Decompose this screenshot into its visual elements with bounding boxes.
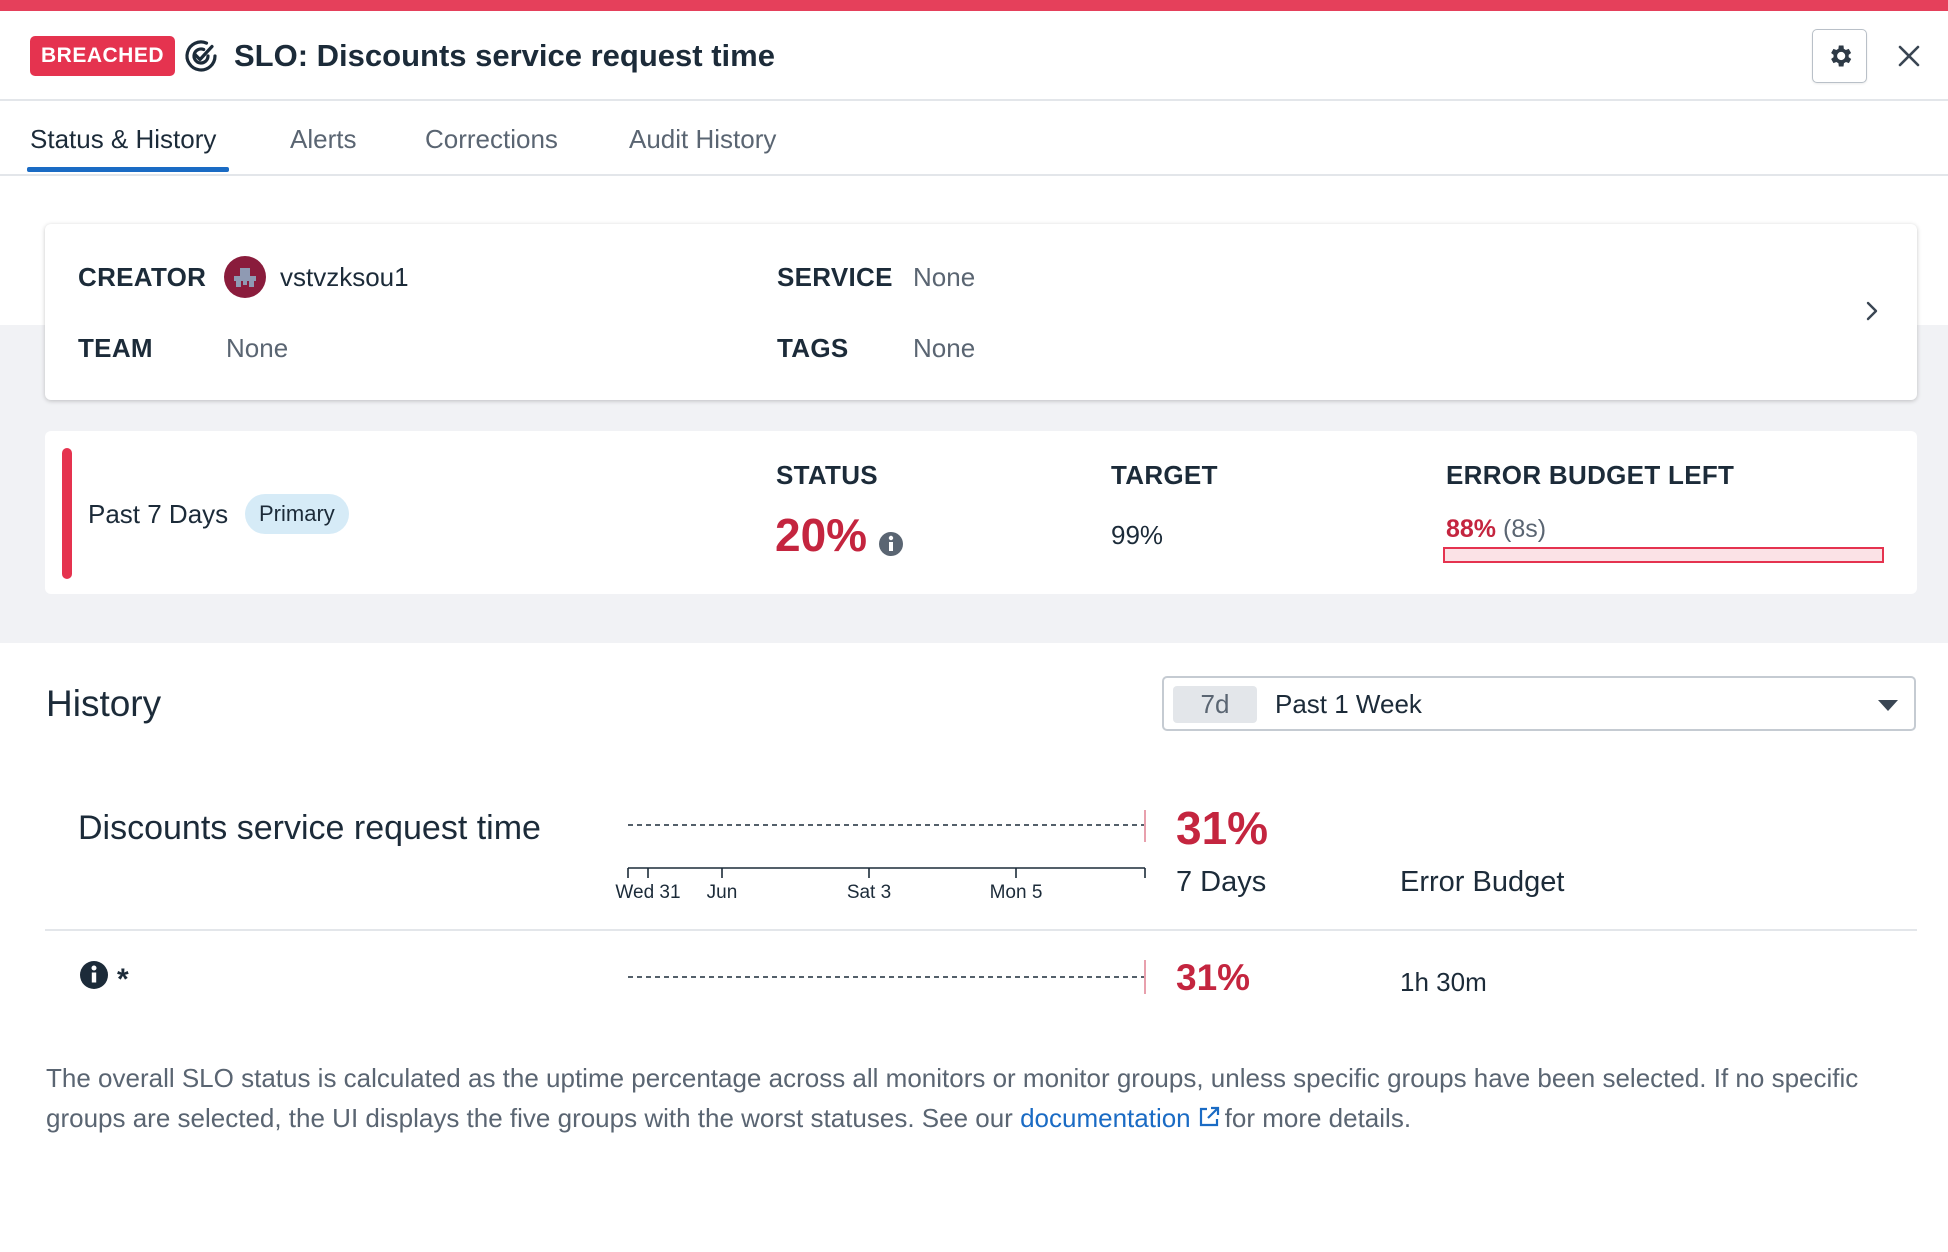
tab-audit-history[interactable]: Audit History (629, 121, 776, 157)
creator-label: CREATOR (78, 262, 207, 292)
page-title: SLO: Discounts service request time (234, 38, 775, 73)
slo-info-card[interactable]: CREATOR vstvzksou1 TEAM None SERVICE Non… (45, 224, 1917, 400)
axis-label-jun: Jun (707, 882, 738, 903)
slo-target-icon (185, 40, 217, 72)
error-budget-column-header: Error Budget (1400, 866, 1565, 898)
time-range-value: Past 1 Week (1275, 689, 1422, 719)
time-range-dropdown[interactable]: 7d Past 1 Week (1162, 676, 1916, 731)
history-window-label: 7 Days (1176, 866, 1267, 898)
error-budget-label: ERROR BUDGET LEFT (1446, 460, 1735, 490)
row-divider (45, 929, 1917, 931)
documentation-link[interactable]: documentation (1020, 1103, 1191, 1133)
footnote: The overall SLO status is calculated as … (46, 1058, 1916, 1138)
group-name: * (117, 963, 129, 996)
settings-button[interactable] (1812, 29, 1867, 83)
error-budget-value: 88% (8s) (1446, 511, 1546, 547)
caret-down-icon (1878, 700, 1898, 711)
external-link-icon[interactable] (1197, 1105, 1221, 1129)
group-status-value: 31% (1176, 957, 1251, 998)
active-tab-indicator (27, 167, 229, 172)
primary-badge: Primary (245, 494, 349, 534)
slo-row-name: Discounts service request time (78, 809, 541, 847)
target-value: 99% (1111, 520, 1164, 550)
target-label: TARGET (1111, 460, 1218, 490)
service-value: None (913, 262, 976, 292)
breach-indicator-bar (62, 448, 72, 579)
tab-status-history[interactable]: Status & History (30, 121, 216, 157)
group-timeline-chart (628, 960, 1146, 994)
team-value: None (226, 333, 289, 363)
tab-alerts[interactable]: Alerts (290, 121, 356, 157)
group-error-budget: 1h 30m (1400, 967, 1487, 997)
history-status-value: 31% (1176, 802, 1269, 854)
slo-status-card: Past 7 Days Primary STATUS 20% TARGET 99… (45, 431, 1917, 594)
time-range-chip: 7d (1173, 686, 1257, 723)
status-badge: BREACHED (30, 36, 176, 76)
status-label: STATUS (776, 460, 878, 490)
creator-name[interactable]: vstvzksou1 (280, 259, 409, 295)
close-icon[interactable] (1890, 37, 1928, 75)
info-icon[interactable] (79, 960, 109, 990)
history-timeline-chart: Wed 31 Jun Sat 3 Mon 5 (615, 810, 1146, 903)
tab-bar: Status & History Alerts Corrections Audi… (0, 101, 1948, 176)
tags-label: TAGS (777, 333, 849, 363)
error-budget-time: (8s) (1503, 515, 1547, 543)
axis-label-mon5: Mon 5 (990, 882, 1043, 903)
status-value: 20% (775, 509, 868, 561)
info-icon[interactable] (878, 531, 904, 557)
tags-value: None (913, 333, 976, 363)
axis-label-sat3: Sat 3 (847, 882, 891, 903)
team-label: TEAM (78, 333, 153, 363)
error-budget-percent: 88% (1446, 515, 1497, 543)
error-budget-bar (1443, 547, 1884, 563)
header: BREACHED SLO: Discounts service request … (0, 11, 1948, 101)
history-heading: History (46, 683, 162, 724)
tab-corrections[interactable]: Corrections (425, 121, 558, 157)
avatar (224, 256, 266, 298)
axis-label-wed31: Wed 31 (615, 882, 680, 903)
breach-stripe (0, 0, 1948, 11)
gear-icon (1831, 45, 1852, 67)
footnote-text: The overall SLO status is calculated as … (46, 1063, 1859, 1133)
service-label: SERVICE (777, 262, 893, 292)
chevron-right-icon[interactable] (1857, 296, 1887, 326)
time-window-label: Past 7 Days (88, 499, 229, 529)
footnote-text-end: for more details. (1224, 1103, 1412, 1133)
